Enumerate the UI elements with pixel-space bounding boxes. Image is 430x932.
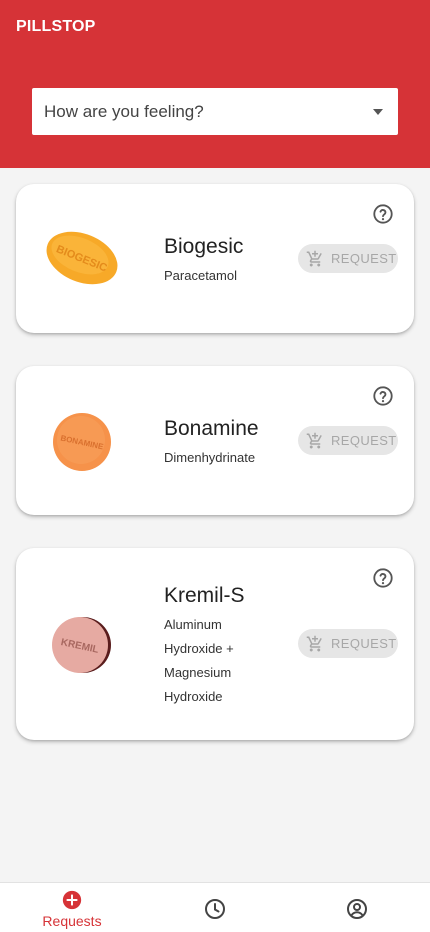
request-label: REQUEST <box>331 433 397 448</box>
pill-image-bonamine: BONAMINE <box>53 413 111 471</box>
app-bar: PILLSTOP How are you feeling? <box>0 0 430 168</box>
medicine-generic: Paracetamol <box>164 268 237 283</box>
request-button[interactable]: REQUEST <box>298 629 398 658</box>
medicine-generic: Aluminum Hydroxide + Magnesium Hydroxide <box>164 617 234 704</box>
nav-account[interactable] <box>327 883 387 932</box>
request-button[interactable]: REQUEST <box>298 244 398 273</box>
feeling-select-placeholder: How are you feeling? <box>44 101 204 121</box>
app-title: PILLSTOP <box>16 18 96 35</box>
account-circle-icon <box>347 899 367 919</box>
medicine-card-kremil-s: KREMIL Kremil-S Aluminum Hydroxide + Mag… <box>16 548 414 740</box>
medicine-name: Kremil-S <box>164 584 245 607</box>
nav-requests[interactable]: Requests <box>32 883 112 932</box>
pill-image-kremil-s: KREMIL <box>52 617 111 673</box>
medicine-name: Bonamine <box>164 417 259 440</box>
add-to-cart-icon <box>306 250 322 266</box>
medicine-card-bonamine: BONAMINE Bonamine Dimenhydrinate REQUEST <box>16 366 414 515</box>
medicine-generic: Dimenhydrinate <box>164 450 256 465</box>
request-label: REQUEST <box>331 636 397 651</box>
add-to-cart-icon <box>306 635 322 651</box>
request-label: REQUEST <box>331 251 397 266</box>
dropdown-arrow-icon <box>373 109 383 115</box>
help-icon[interactable] <box>372 203 394 225</box>
clock-icon <box>205 899 225 919</box>
help-icon[interactable] <box>372 385 394 407</box>
feeling-select[interactable]: How are you feeling? <box>32 88 398 135</box>
medicine-card-biogesic: BIOGESIC Biogesic Paracetamol REQUEST <box>16 184 414 333</box>
nav-history[interactable] <box>185 883 245 932</box>
add-circle-icon <box>62 890 82 910</box>
request-button[interactable]: REQUEST <box>298 426 398 455</box>
add-to-cart-icon <box>306 432 322 448</box>
medicine-name: Biogesic <box>164 235 244 258</box>
pill-image-biogesic: BIOGESIC <box>46 231 118 285</box>
help-icon[interactable] <box>372 567 394 589</box>
nav-requests-label: Requests <box>42 913 102 929</box>
bottom-navigation: Requests <box>0 882 430 932</box>
